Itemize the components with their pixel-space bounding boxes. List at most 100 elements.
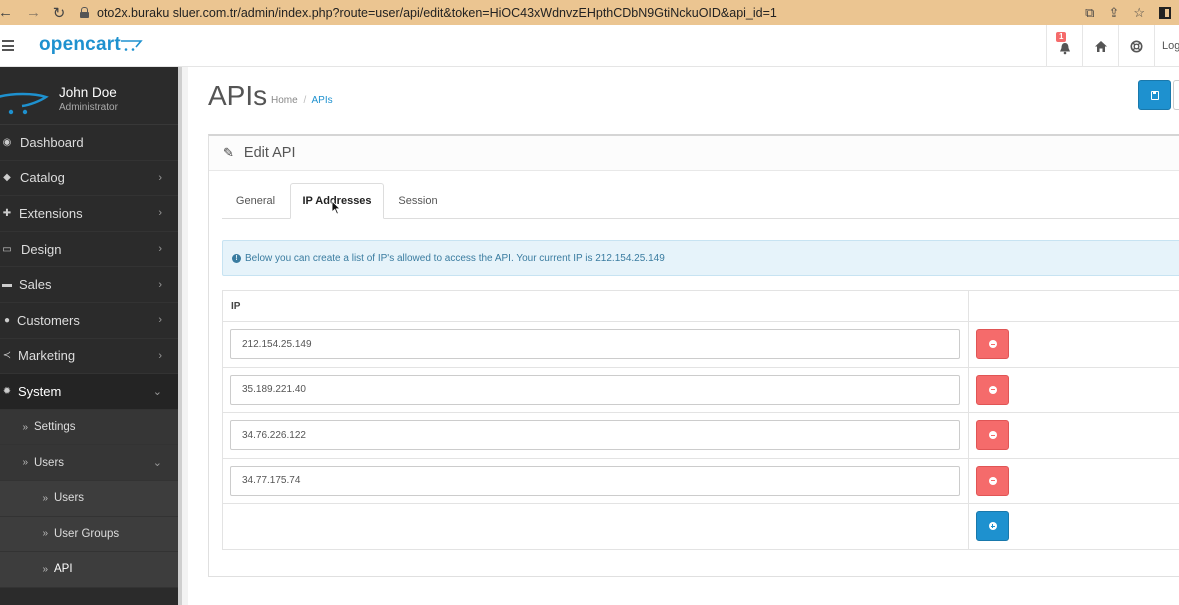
support-button[interactable] [1118,25,1154,67]
tab-bar: General IP Addresses Session [222,183,1179,219]
remove-ip-button[interactable] [976,420,1009,451]
share-icon[interactable]: ⇪ [1108,5,1119,21]
minus-circle-icon [988,385,997,394]
sidebar-item-sales[interactable]: ▬ Sales › [0,267,178,303]
sidebar-item-label: Settings [34,421,76,434]
chevron-down-icon: ⌄ [152,385,162,398]
ip-input[interactable]: 34.76.226.122 [230,420,960,451]
sidebar-item-design[interactable]: ▭ Design › [0,232,178,268]
cog-icon: ✹ [2,385,12,397]
ip-input[interactable]: 34.77.175.74 [230,465,960,496]
minus-circle-icon [988,476,997,485]
breadcrumb-home[interactable]: Home [271,95,298,106]
chevron-right-icon: › [158,207,162,220]
sidebar-divider [178,67,188,605]
ip-input[interactable]: 212.154.25.149 [230,329,960,360]
chevron-right-icon: › [158,314,162,327]
browser-toolbar: ← → ↻ oto2x.buraku sluer.com.tr/admin/in… [0,0,1179,25]
url-text[interactable]: oto2x.buraku sluer.com.tr/admin/index.ph… [97,6,777,20]
sidebar-item-users-group[interactable]: » Users ⌄ [0,445,178,481]
double-chevron-icon: » [22,457,28,469]
add-ip-button[interactable] [976,511,1009,542]
notifications-button[interactable]: 1 [1046,25,1082,67]
sidebar: John Doe Administrator ◉ Dashboard ◆ Cat… [0,67,178,605]
logo-cart-icon [121,40,143,51]
back-button[interactable] [1173,80,1179,110]
tab-label: Session [398,195,438,207]
lock-icon [80,7,89,18]
sidebar-item-extensions[interactable]: ✚ Extensions › [0,196,178,232]
lifebuoy-icon [1130,40,1143,52]
breadcrumb-separator: / [303,95,307,106]
chevron-right-icon: › [158,171,162,184]
sidebar-item-label: Users [54,492,85,505]
alert-text: Below you can create a list of IP's allo… [245,252,665,264]
sidebar-item-user-groups[interactable]: » User Groups [0,516,178,553]
column-header-action [968,290,1179,322]
reload-icon[interactable]: ↻ [52,4,66,22]
user-name: John Doe [59,85,117,100]
back-arrow-icon[interactable]: ← [0,4,13,21]
panel-title: Edit API [243,145,296,161]
opencart-logo[interactable]: opencart [39,34,121,56]
cart-icon: ▬ [2,279,12,291]
sidebar-item-label: Marketing [18,348,76,364]
puzzle-icon: ✚ [2,207,12,219]
sidebar-item-settings[interactable]: » Settings [0,409,178,446]
chevron-right-icon: › [158,349,162,362]
sidebar-item-marketing[interactable]: ≺ Marketing › [0,339,178,375]
minus-circle-icon [988,340,997,349]
table-row: 35.189.221.40 [222,366,1179,413]
save-button[interactable] [1138,80,1171,110]
floppy-disk-icon [1150,90,1159,100]
remove-ip-button[interactable] [976,465,1009,496]
table-header-row: IP [222,290,1179,322]
menu-toggle-icon[interactable] [2,40,14,51]
top-header: opencart 1 Log [0,25,1179,67]
ip-table: IP 212.154.25.149 35.189.221.40 34.76.22… [222,290,1179,550]
monitor-icon: ▭ [2,243,12,255]
ip-input[interactable]: 35.189.221.40 [230,374,960,405]
remove-ip-button[interactable] [976,374,1009,405]
tag-icon: ◆ [3,172,11,184]
user-profile[interactable]: John Doe Administrator [0,67,178,125]
sidebar-item-label: Design [21,241,62,257]
home-icon [1094,40,1107,52]
double-chevron-icon: » [22,421,28,433]
info-alert: ! Below you can create a list of IP's al… [222,240,1179,276]
home-button[interactable] [1082,25,1118,67]
pencil-icon: ✎ [223,145,234,160]
address-bar[interactable]: oto2x.buraku sluer.com.tr/admin/index.ph… [80,0,777,25]
sidebar-item-label: API [54,563,73,576]
logout-link[interactable]: Log [1154,25,1179,67]
sidepanel-icon[interactable] [1159,6,1171,19]
edit-api-panel: ✎ Edit API General IP Addresses Session … [208,134,1179,577]
table-row: 34.77.175.74 [222,457,1179,504]
sidebar-item-system[interactable]: ✹ System ⌄ [0,374,178,410]
tab-session[interactable]: Session [385,183,451,219]
table-footer-row [222,503,1179,550]
sidebar-item-catalog[interactable]: ◆ Catalog › [0,161,178,197]
sidebar-item-label: Dashboard [20,134,84,150]
sidebar-item-label: Customers [17,312,80,328]
double-chevron-icon: » [42,563,48,575]
breadcrumb-current[interactable]: APIs [311,95,332,106]
bookmark-star-icon[interactable]: ☆ [1133,5,1145,21]
sidebar-item-customers[interactable]: ● Customers › [0,303,178,339]
breadcrumb: Home / APIs [271,95,333,106]
info-circle-icon: ! [232,253,241,263]
user-role: Administrator [59,102,118,113]
chevron-right-icon: › [158,243,162,256]
avatar [0,92,49,115]
remove-ip-button[interactable] [976,329,1009,360]
tab-general[interactable]: General [222,183,289,219]
translate-icon[interactable]: ⧉ [1085,5,1094,21]
dashboard-icon: ◉ [2,136,12,148]
sidebar-item-users[interactable]: » Users [0,480,178,517]
sidebar-item-dashboard[interactable]: ◉ Dashboard [0,125,178,161]
forward-arrow-icon[interactable]: → [26,4,41,21]
sidebar-item-api[interactable]: » API [0,552,178,588]
main-content: APIs Home / APIs ✎ Edit API General IP A… [188,67,1179,605]
chevron-down-icon: ⌄ [152,457,162,470]
share-icon: ≺ [2,350,12,362]
